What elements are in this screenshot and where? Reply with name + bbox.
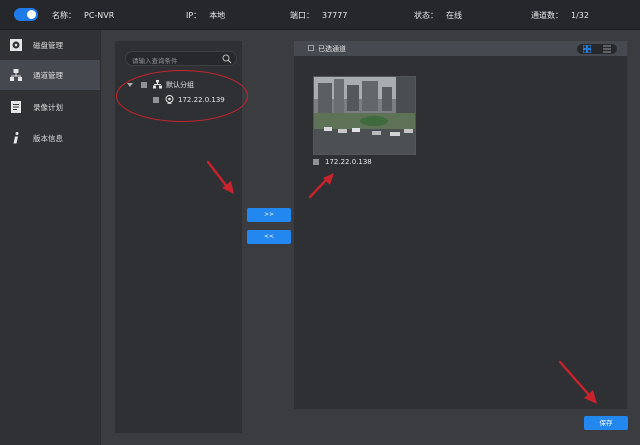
sidebar-item-schedule[interactable]: 录像计划 [0, 92, 100, 122]
camera-preview-image [314, 77, 415, 154]
sidebar-item-channel[interactable]: 通道管理 [0, 60, 100, 90]
annotation-circle [116, 70, 248, 122]
name-label: 名称： [52, 11, 76, 20]
channels-value: 1/32 [571, 11, 589, 20]
view-switch[interactable] [577, 44, 617, 54]
info-icon [9, 131, 23, 145]
name-value: PC-NVR [84, 11, 115, 20]
annotation-arrow-icon [308, 173, 334, 199]
sidebar-item-label: 磁盘管理 [33, 40, 63, 50]
select-all-checkbox[interactable] [308, 45, 314, 51]
channels-label: 通道数： [531, 11, 563, 20]
status-label: 状态： [414, 11, 438, 20]
grid-view-icon[interactable] [582, 45, 592, 53]
add-channel-button[interactable]: >> [247, 208, 291, 222]
panel-title: 已选通道 [318, 45, 346, 53]
channel-count: 通道数： 1/32 [531, 10, 589, 21]
calendar-icon [9, 100, 23, 114]
annotation-arrow-icon [206, 160, 234, 194]
disk-icon [9, 38, 23, 52]
toggle-knob [27, 10, 36, 19]
network-icon [9, 68, 23, 82]
annotation-arrow-icon [558, 360, 597, 404]
channel-item[interactable]: 172.22.0.138 [313, 157, 372, 167]
port-value: 37777 [322, 11, 348, 20]
power-toggle[interactable] [14, 8, 38, 21]
search-input[interactable]: 请输入查询条件 [125, 51, 237, 66]
save-button[interactable]: 保存 [584, 416, 628, 430]
sidebar-item-disk[interactable]: 磁盘管理 [0, 30, 100, 60]
device-name: 名称： PC-NVR [52, 10, 114, 21]
ip-label: IP： [186, 11, 202, 20]
list-view-icon[interactable] [602, 45, 612, 53]
sidebar-item-version[interactable]: 版本信息 [0, 123, 100, 153]
sidebar-item-label: 通道管理 [33, 70, 63, 80]
top-status-bar: 名称： PC-NVR IP： 本地 端口： 37777 状态： 在线 通道数： 1/32 [0, 0, 640, 30]
channel-thumbnail[interactable] [313, 76, 416, 155]
remove-channel-button[interactable]: << [247, 230, 291, 244]
search-placeholder: 请输入查询条件 [132, 57, 178, 65]
status-value: 在线 [446, 11, 462, 20]
port-label: 端口： [290, 11, 314, 20]
sidebar-item-label: 录像计划 [33, 102, 63, 112]
channel-checkbox[interactable] [313, 159, 319, 165]
device-ip: IP： 本地 [186, 10, 225, 21]
device-port: 端口： 37777 [290, 10, 347, 21]
sidebar-item-label: 版本信息 [33, 133, 63, 143]
channel-label: 172.22.0.138 [325, 158, 372, 166]
search-icon[interactable] [222, 54, 232, 64]
sidebar: 磁盘管理 通道管理 录像计划 版本信息 [0, 30, 100, 445]
device-status: 状态： 在线 [414, 10, 462, 21]
ip-value: 本地 [209, 11, 226, 20]
